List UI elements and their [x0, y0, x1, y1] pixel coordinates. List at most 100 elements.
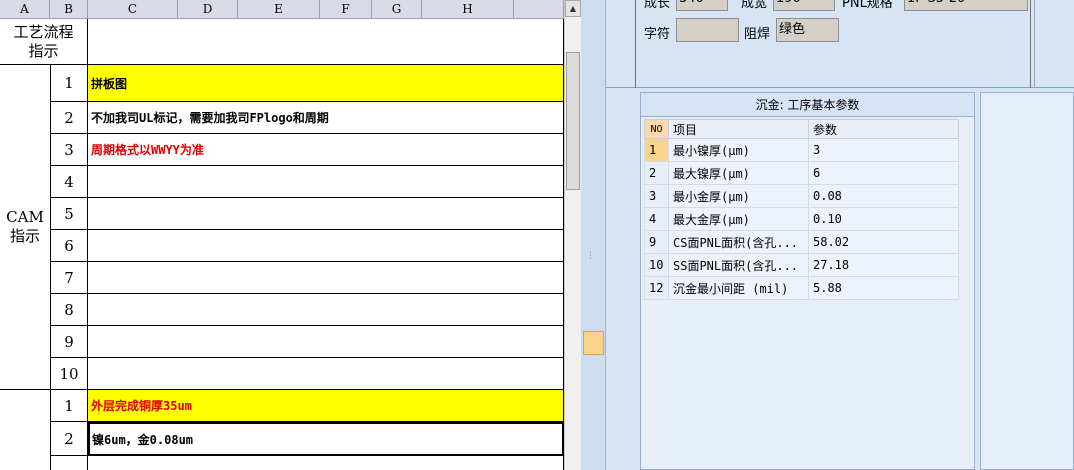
scroll-thumb[interactable] — [566, 52, 580, 190]
column-header-h[interactable]: H — [422, 0, 514, 19]
table-row[interactable]: 4 最大金厚(μm) 0.10 — [644, 207, 959, 231]
splitter-panel[interactable]: · · · — [581, 0, 606, 470]
cam-row-number-text: 6 — [64, 236, 74, 255]
row-no: 12 — [644, 276, 669, 300]
partial-label-pnl: PNL规格 — [842, 0, 893, 11]
grip-dots-icon: · · · — [589, 248, 592, 264]
table-row[interactable]: 10 SS面PNL面积(含孔... 27.18 — [644, 253, 959, 277]
cam-row-number[interactable]: 1 — [51, 65, 88, 102]
char-label: 字符 — [644, 27, 671, 42]
cam-row-number[interactable]: 9 — [51, 326, 88, 358]
spreadsheet[interactable]: A B C D E F G H 工艺流程 指示 CAM 指示 1 拼板图 2 不… — [0, 0, 564, 470]
partial-label-width: 成宽 — [741, 0, 768, 11]
next-row-content-selected[interactable]: 镍6um，金0.08um — [88, 422, 564, 456]
partial-field-pnl[interactable]: 1P-S5-20 — [904, 0, 1028, 11]
cam-row-number-text: 9 — [64, 332, 74, 351]
partial-field-width[interactable]: 190 — [773, 0, 835, 11]
section-next-label[interactable] — [0, 390, 51, 470]
char-field[interactable] — [676, 18, 739, 42]
cam-row-content[interactable]: 不加我司UL标记，需要加我司FPlogo和周期 — [88, 102, 564, 134]
next-row-text: 镍6um，金0.08um — [92, 432, 194, 447]
next-row-text: 外层完成铜厚35um — [91, 399, 192, 413]
cam-row-number[interactable]: 8 — [51, 294, 88, 326]
process-content-cell[interactable] — [88, 19, 564, 65]
column-header-g[interactable]: G — [372, 0, 422, 19]
row-item: 最大镍厚(μm) — [668, 161, 809, 185]
column-header-i[interactable] — [514, 0, 564, 19]
cam-row-number-text: 4 — [64, 172, 74, 191]
partial-label-length: 成长 — [644, 0, 671, 11]
table-row[interactable]: 1 最小镍厚(μm) 3 — [644, 138, 959, 162]
next-row-content[interactable] — [88, 456, 564, 470]
table-row[interactable]: 9 CS面PNL面积(含孔... 58.02 — [644, 230, 959, 254]
row-item: SS面PNL面积(含孔... — [668, 253, 809, 277]
table-row[interactable]: 12 沉金最小间距 (mil) 5.88 — [644, 276, 959, 300]
cam-row-number[interactable]: 3 — [51, 134, 88, 166]
row-item: 最大金厚(μm) — [668, 207, 809, 231]
next-row-number-text: 2 — [64, 429, 74, 448]
row-no: 9 — [644, 230, 669, 254]
next-row-number-text: 1 — [64, 396, 74, 415]
section-cam-label[interactable]: CAM 指示 — [0, 65, 51, 390]
cam-row-number-text: 3 — [64, 140, 74, 159]
table-row[interactable]: 2 最大镍厚(μm) 6 — [644, 161, 959, 185]
cam-row-content[interactable] — [88, 294, 564, 326]
mask-field[interactable]: 绿色 — [776, 18, 839, 42]
row-value: 6 — [808, 161, 959, 185]
cam-row-number[interactable]: 5 — [51, 198, 88, 230]
cam-row-number[interactable]: 6 — [51, 230, 88, 262]
column-header-d[interactable]: D — [178, 0, 238, 19]
col-header-no[interactable]: NO — [644, 119, 669, 139]
grip-icon[interactable] — [583, 331, 604, 355]
cam-row-content[interactable]: 周期格式以WWYY为准 — [88, 134, 564, 166]
cam-row-content[interactable] — [88, 198, 564, 230]
row-value: 0.10 — [808, 207, 959, 231]
row-value: 27.18 — [808, 253, 959, 277]
cam-row-text: 周期格式以WWYY为准 — [91, 143, 204, 157]
next-row-number[interactable] — [51, 456, 88, 470]
form-divider — [1034, 0, 1035, 88]
col-header-value[interactable]: 参数 — [808, 119, 959, 139]
mask-label: 阻焊 — [744, 27, 771, 42]
cam-row-number[interactable]: 4 — [51, 166, 88, 198]
column-header-f[interactable]: F — [320, 0, 372, 19]
section-process-label[interactable]: 工艺流程 指示 — [0, 19, 88, 65]
row-value: 58.02 — [808, 230, 959, 254]
row-no: 2 — [644, 161, 669, 185]
cam-row-content[interactable] — [88, 358, 564, 390]
arrow-up-icon[interactable]: ▲ — [565, 0, 581, 17]
cam-row-number-text: 5 — [64, 204, 74, 223]
right-pane: 成长 340 成宽 190 PNL规格 1P-S5-20 字符 阻焊 绿色 沉金… — [606, 0, 1074, 470]
cam-row-content[interactable] — [88, 230, 564, 262]
next-row-number[interactable]: 1 — [51, 390, 88, 422]
cam-row-number-text: 1 — [64, 74, 74, 92]
vertical-scrollbar[interactable]: ▲ — [564, 0, 581, 470]
row-no: 4 — [644, 207, 669, 231]
column-header-a[interactable]: A — [0, 0, 50, 19]
empty-panel — [980, 92, 1074, 470]
cam-row-text: 不加我司UL标记，需要加我司FPlogo和周期 — [91, 111, 329, 125]
row-no: 3 — [644, 184, 669, 208]
cam-row-content[interactable] — [88, 326, 564, 358]
params-table: NO 项目 参数 1 最小镍厚(μm) 3 2 最大镍厚(μm) 6 3 最小金… — [644, 119, 959, 300]
col-header-item[interactable]: 项目 — [668, 119, 809, 139]
cam-row-content[interactable] — [88, 166, 564, 198]
cam-row-number[interactable]: 7 — [51, 262, 88, 294]
cam-row-number-text: 8 — [64, 300, 74, 319]
partial-field-length[interactable]: 340 — [676, 0, 728, 11]
row-value: 3 — [808, 138, 959, 162]
cam-row-number[interactable]: 2 — [51, 102, 88, 134]
cam-row-number[interactable]: 10 — [51, 358, 88, 390]
next-row-content[interactable]: 外层完成铜厚35um — [88, 390, 564, 422]
column-header-e[interactable]: E — [238, 0, 320, 19]
cam-row-content[interactable] — [88, 262, 564, 294]
column-header-b[interactable]: B — [50, 0, 88, 19]
info-form: 成长 340 成宽 190 PNL规格 1P-S5-20 字符 阻焊 绿色 — [606, 0, 1074, 88]
cam-row-number-text: 7 — [64, 268, 74, 287]
column-header-c[interactable]: C — [88, 0, 178, 19]
cam-row-content[interactable]: 拼板图 — [88, 65, 564, 102]
table-row[interactable]: 3 最小金厚(μm) 0.08 — [644, 184, 959, 208]
next-row-number[interactable]: 2 — [51, 422, 88, 456]
row-no: 1 — [644, 138, 669, 162]
cam-row-number-text: 2 — [64, 108, 74, 127]
